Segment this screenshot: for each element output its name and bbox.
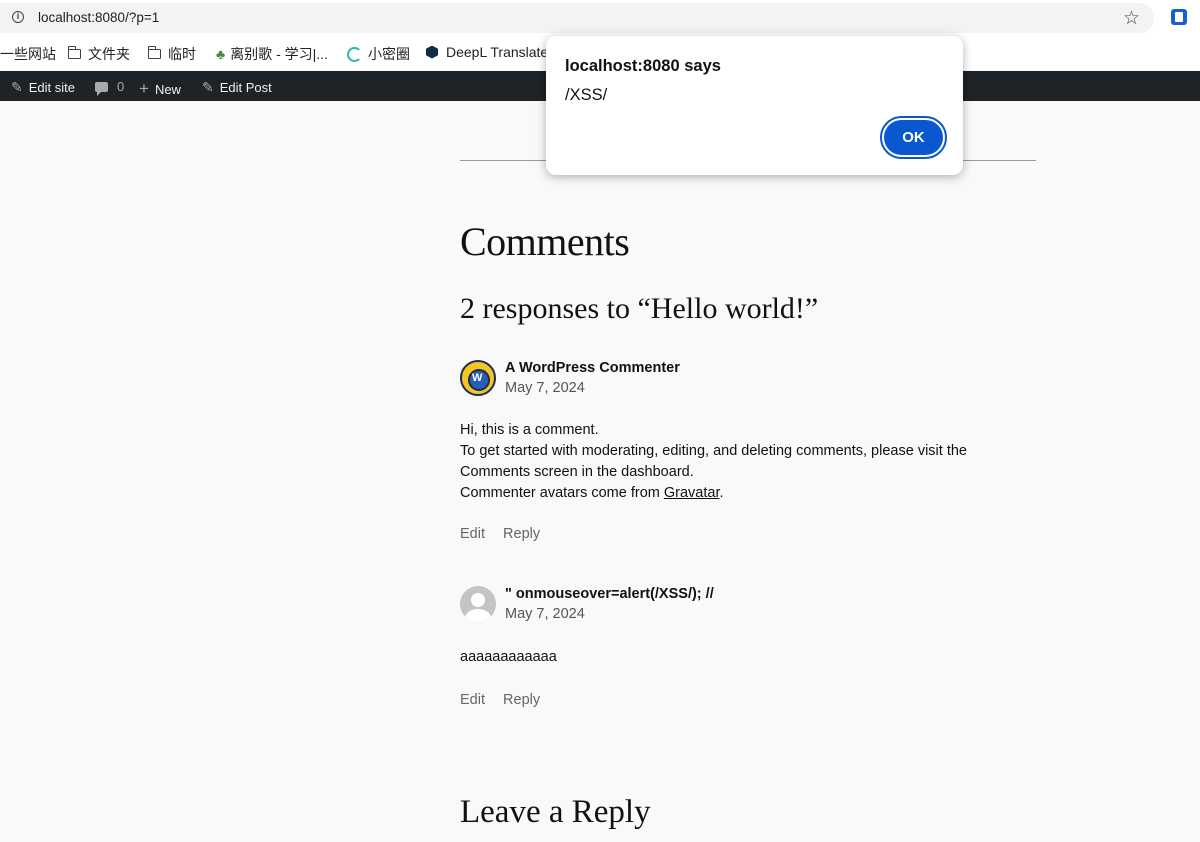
edit-link[interactable]: Edit <box>460 526 485 542</box>
bookmark-item[interactable]: DeepL Translate <box>426 44 548 60</box>
reply-link[interactable]: Reply <box>503 692 540 708</box>
extension-icon[interactable] <box>1171 9 1187 25</box>
comment-item: A WordPress Commenter May 7, 2024 Hi, th… <box>460 360 1020 550</box>
plant-icon: ♣ <box>216 46 226 62</box>
reply-link[interactable]: Reply <box>503 526 540 542</box>
browser-toolbar: i localhost:8080/?p=1 ☆ <box>0 0 1200 36</box>
plus-icon: + <box>139 79 149 98</box>
comment-author: " onmouseover=alert(/XSS/); // <box>505 586 714 602</box>
comments-button[interactable]: 0 <box>95 79 125 96</box>
folder-icon <box>67 46 81 59</box>
comment-line: Hi, this is a comment. <box>460 422 599 438</box>
avatar <box>460 360 496 396</box>
edit-site-button[interactable]: ✎ Edit site <box>11 79 75 96</box>
comment-line: To get started with moderating, editing,… <box>460 443 967 480</box>
dialog-title: localhost:8080 says <box>565 57 721 75</box>
ok-button[interactable]: OK <box>880 116 947 159</box>
comment-date[interactable]: May 7, 2024 <box>505 606 585 622</box>
deepl-icon <box>426 45 438 59</box>
bookmark-folder[interactable]: 文件夹 <box>67 44 130 64</box>
bookmark-item[interactable]: 一些网站 <box>0 44 56 64</box>
edit-site-label: Edit site <box>28 80 75 95</box>
new-button[interactable]: + New <box>139 79 181 99</box>
bookmark-label: DeepL Translate <box>446 44 549 60</box>
comment-date[interactable]: May 7, 2024 <box>505 380 585 396</box>
bookmark-item[interactable]: 小密圈 <box>347 44 410 64</box>
site-info-icon[interactable]: i <box>12 11 24 23</box>
address-bar[interactable]: i localhost:8080/?p=1 ☆ <box>0 3 1154 33</box>
bookmark-folder[interactable]: 临时 <box>147 44 196 64</box>
edit-link[interactable]: Edit <box>460 692 485 708</box>
comment-actions: Edit Reply <box>460 526 554 542</box>
comment-item: " onmouseover=alert(/XSS/); // May 7, 20… <box>460 586 1020 716</box>
comment-body: aaaaaaaaaaaa <box>460 647 557 668</box>
bookmark-star-icon[interactable]: ☆ <box>1123 7 1140 30</box>
comment-icon <box>95 81 108 96</box>
bookmark-label: 小密圈 <box>368 46 410 62</box>
edit-post-button[interactable]: ✎ Edit Post <box>202 79 272 96</box>
avatar <box>460 586 496 622</box>
url-text[interactable]: localhost:8080/?p=1 <box>38 10 159 25</box>
new-label: New <box>154 81 181 97</box>
brush-icon: ✎ <box>11 79 23 95</box>
comment-line: Commenter avatars come from Gravatar. <box>460 485 724 501</box>
comment-actions: Edit Reply <box>460 692 554 708</box>
bookmark-label: 离别歌 - 学习|... <box>230 46 328 62</box>
responses-heading: 2 responses to “Hello world!” <box>460 292 819 325</box>
leave-reply-heading: Leave a Reply <box>460 794 651 830</box>
edit-post-label: Edit Post <box>219 80 272 95</box>
pencil-icon: ✎ <box>202 79 214 95</box>
comments-heading: Comments <box>460 219 630 264</box>
comment-line: aaaaaaaaaaaa <box>460 649 557 665</box>
comment-body: Hi, this is a comment. To get started wi… <box>460 420 1020 504</box>
bookmark-item[interactable]: ♣ 离别歌 - 学习|... <box>216 44 328 64</box>
bookmark-label: 临时 <box>168 46 196 62</box>
bookmark-label: 文件夹 <box>88 46 130 62</box>
ring-icon <box>347 46 362 62</box>
gravatar-link[interactable]: Gravatar <box>664 485 720 501</box>
alert-dialog: localhost:8080 says /XSS/ OK <box>546 36 963 175</box>
bookmark-label: 一些网站 <box>0 46 56 62</box>
dialog-message: /XSS/ <box>565 86 608 104</box>
comment-author: A WordPress Commenter <box>505 360 680 376</box>
folder-icon <box>147 46 161 59</box>
comments-count: 0 <box>117 79 125 94</box>
